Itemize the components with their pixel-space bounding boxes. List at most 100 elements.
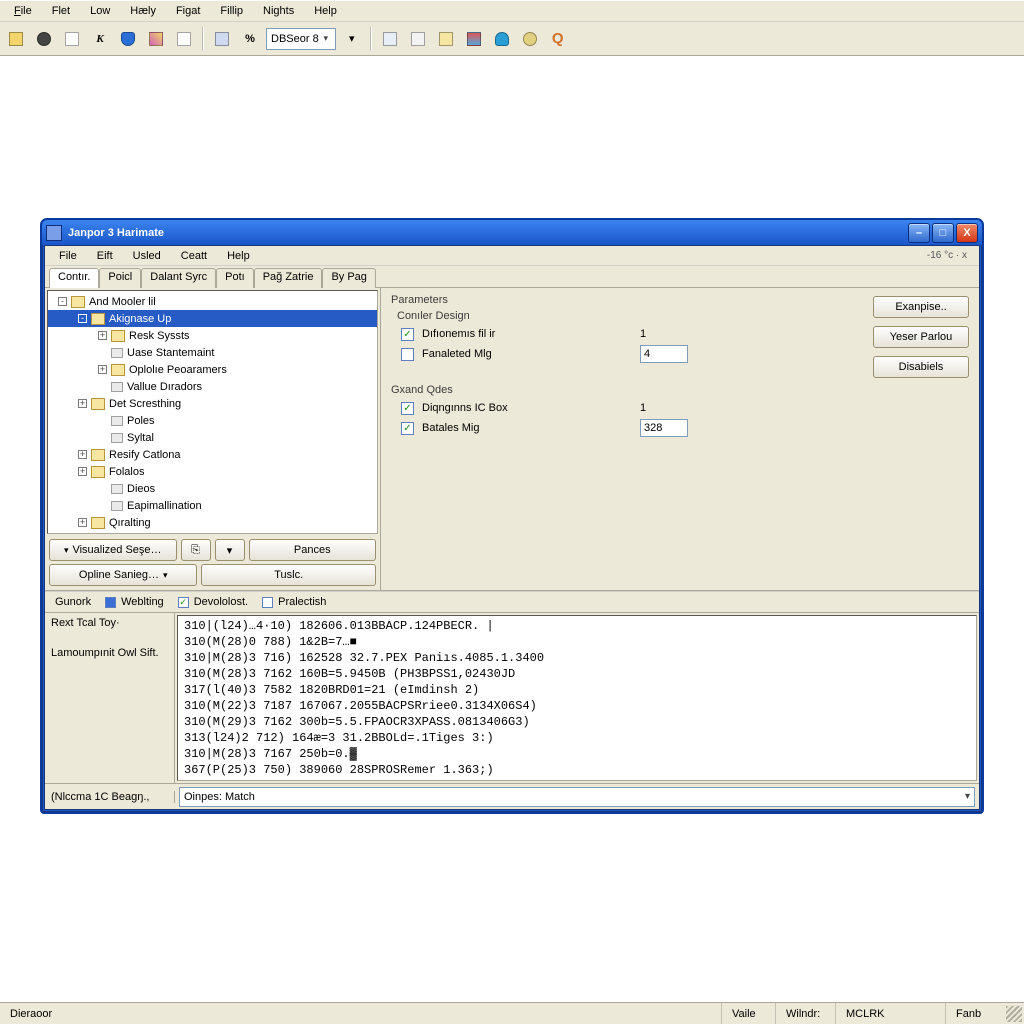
- minimize-button[interactable]: –: [908, 223, 930, 243]
- tab-1[interactable]: Poicl: [99, 268, 141, 288]
- close-button[interactable]: X: [956, 223, 978, 243]
- menu-file[interactable]: FFileile: [6, 3, 40, 19]
- percent-icon[interactable]: %: [238, 27, 262, 51]
- logtab-devololost[interactable]: ✓Devololost.: [178, 596, 248, 608]
- toolbar-combo[interactable]: DBSeor 8▾: [266, 28, 336, 50]
- tree-row[interactable]: +Folalos: [48, 463, 377, 480]
- twisty-icon[interactable]: -: [78, 314, 87, 323]
- resize-grip-icon[interactable]: [1006, 1006, 1022, 1022]
- child-menu-file[interactable]: File: [51, 248, 85, 264]
- bold-k-icon[interactable]: K: [88, 27, 112, 51]
- host-toolbar: K % DBSeor 8▾ ▾ Q: [0, 22, 1024, 56]
- tree-row[interactable]: Eapimallination: [48, 497, 377, 514]
- tab-4[interactable]: Pağ Zatrie: [254, 268, 323, 288]
- doc-icon[interactable]: [60, 27, 84, 51]
- tab-3[interactable]: Potı: [216, 268, 254, 288]
- tree-row[interactable]: + Qıralting: [48, 514, 377, 531]
- logtab-gunork[interactable]: Gunork: [55, 596, 91, 608]
- doc2-icon[interactable]: [172, 27, 196, 51]
- twisty-icon[interactable]: +: [78, 467, 87, 476]
- log-output[interactable]: 310|(l24)…4·10) 182606.013BBACP.124PBECR…: [177, 615, 977, 781]
- tree-row[interactable]: Uase Stantemaint: [48, 344, 377, 361]
- folder-icon: [91, 449, 105, 461]
- chk-g2-0[interactable]: ✓: [401, 402, 414, 415]
- status-windr: Wilndr:: [776, 1003, 836, 1024]
- menu-figat[interactable]: Figat: [168, 3, 208, 19]
- tree-row[interactable]: Syltal: [48, 429, 377, 446]
- input-g1-1[interactable]: [640, 345, 688, 363]
- sort-icon[interactable]: [462, 27, 486, 51]
- status-mclrk: MCLRK: [836, 1003, 946, 1024]
- twisty-icon[interactable]: +: [98, 331, 107, 340]
- parameters-area: Parameters Conıler Design ✓ Dıfıonemıs f…: [381, 288, 979, 590]
- tree-row[interactable]: Vallue Dıradors: [48, 378, 377, 395]
- tab-2[interactable]: Dalant Syrc: [141, 268, 216, 288]
- bottom-combo[interactable]: Oinpes: Match▾: [179, 787, 975, 807]
- tree-row[interactable]: -And Mooler lil: [48, 293, 377, 310]
- tag-icon: [111, 348, 123, 358]
- export-btn[interactable]: ⎘: [181, 539, 211, 561]
- visual-set-button[interactable]: Visualized Seşe…: [49, 539, 177, 561]
- log-left-amount: Lamoumpınit Owl Sift.: [51, 647, 168, 659]
- tree-row[interactable]: -Akignase Up: [48, 310, 377, 327]
- folder-icon[interactable]: [434, 27, 458, 51]
- tree-row[interactable]: +Resify Catlona: [48, 446, 377, 463]
- tree-label: Det Scresthing: [109, 398, 181, 410]
- tree-row[interactable]: + Resk Syssts: [48, 327, 377, 344]
- chk-g1-1[interactable]: [401, 348, 414, 361]
- twisty-icon: [98, 348, 107, 357]
- tree-row[interactable]: Dieos: [48, 480, 377, 497]
- toolbar-icon-1[interactable]: [4, 27, 28, 51]
- chk-g1-0[interactable]: ✓: [401, 328, 414, 341]
- logtab-pralectish[interactable]: Pralectish: [262, 596, 326, 608]
- twisty-icon[interactable]: +: [98, 365, 107, 374]
- menu-haly[interactable]: Hæly: [122, 3, 164, 19]
- search-icon[interactable]: Q: [546, 27, 570, 51]
- tree-row[interactable]: +Oplolıe Peoaramers: [48, 361, 377, 378]
- tree-label: Uase Stantemaint: [127, 347, 214, 359]
- child-menu-ceatt[interactable]: Ceatt: [173, 248, 215, 264]
- maximize-button[interactable]: □: [932, 223, 954, 243]
- disabiels-button[interactable]: Disabiels: [873, 356, 969, 378]
- menu-nights[interactable]: Nights: [255, 3, 302, 19]
- tuslc-button[interactable]: Tuslc.: [201, 564, 376, 586]
- twisty-icon[interactable]: +: [78, 450, 87, 459]
- lens-icon[interactable]: [32, 27, 56, 51]
- child-menu-help[interactable]: Help: [219, 248, 258, 264]
- tab-0[interactable]: Contır.: [49, 268, 99, 288]
- zoom-plus-icon[interactable]: [378, 27, 402, 51]
- tree[interactable]: -And Mooler lil-Akignase Up + Resk Syssts U…: [47, 290, 378, 534]
- dropdown-icon[interactable]: ▾: [340, 27, 364, 51]
- menu-flet[interactable]: Flet: [44, 3, 78, 19]
- form-icon[interactable]: [406, 27, 430, 51]
- tree-label: Resk Syssts: [129, 330, 190, 342]
- eampise-button[interactable]: Exanpise..: [873, 296, 969, 318]
- menu-help[interactable]: Help: [306, 3, 345, 19]
- grid-icon[interactable]: [210, 27, 234, 51]
- child-menu-usled[interactable]: Usled: [125, 248, 169, 264]
- tree-label: Qıralting: [109, 517, 151, 529]
- twisty-icon[interactable]: -: [58, 297, 67, 306]
- pin-icon[interactable]: [116, 27, 140, 51]
- twisty-icon[interactable]: +: [78, 399, 87, 408]
- tree-row[interactable]: + Det Scresthing: [48, 395, 377, 412]
- pances-button[interactable]: Pances: [249, 539, 377, 561]
- gear-icon[interactable]: [518, 27, 542, 51]
- tab-5[interactable]: By Pag: [322, 268, 375, 288]
- tree-row[interactable]: Poles: [48, 412, 377, 429]
- menu-fillip[interactable]: Fillip: [212, 3, 251, 19]
- input-g2-1[interactable]: [640, 419, 688, 437]
- wand-icon[interactable]: [144, 27, 168, 51]
- window-title: Janpor 3 Harimate: [68, 227, 164, 239]
- opline-button[interactable]: Opline Sanieg…: [49, 564, 197, 586]
- logtab-weblting[interactable]: Weblting: [105, 596, 164, 608]
- chk-g2-1[interactable]: ✓: [401, 422, 414, 435]
- titlebar[interactable]: Janpor 3 Harimate – □ X: [42, 220, 982, 245]
- child-menu-eift[interactable]: Eift: [89, 248, 121, 264]
- dropdown-btn[interactable]: ▾: [215, 539, 245, 561]
- pin2-icon[interactable]: [490, 27, 514, 51]
- menu-low[interactable]: Low: [82, 3, 118, 19]
- group1-title: Conıler Design: [397, 310, 853, 322]
- yeser-button[interactable]: Yeser Parlou: [873, 326, 969, 348]
- twisty-icon[interactable]: +: [78, 518, 87, 527]
